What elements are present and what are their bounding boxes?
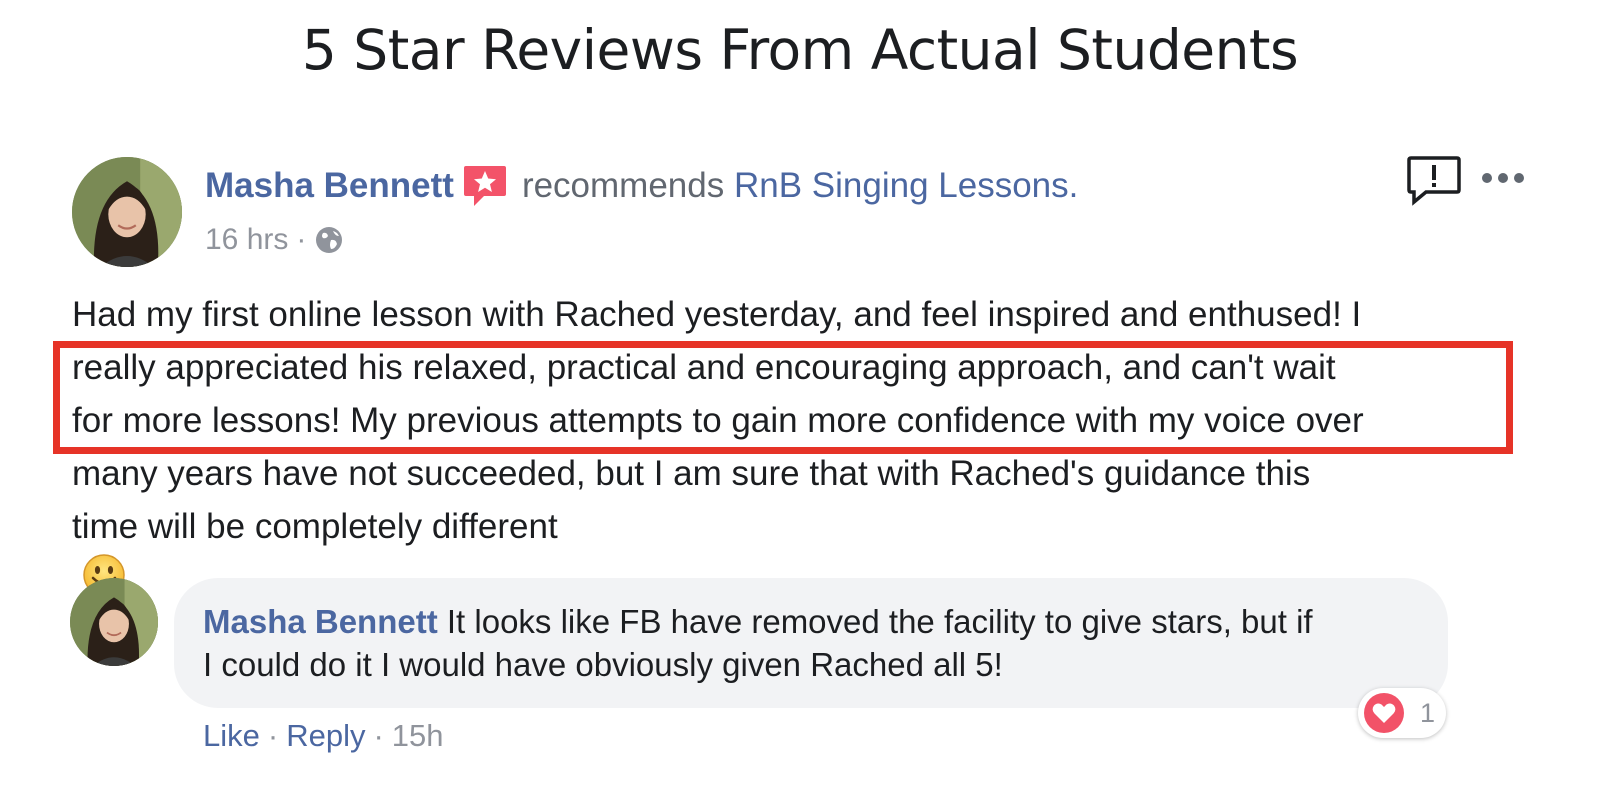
recommendation-star-icon (462, 164, 508, 208)
author-avatar[interactable] (72, 157, 182, 267)
post-header: Masha Bennett recommends RnB Singing Les… (205, 163, 1078, 209)
comment-line-1: Masha Bennett It looks like FB have remo… (203, 600, 1423, 643)
post-body: Had my first online lesson with Rached y… (72, 288, 1512, 597)
comment-text-line: I could do it I would have obviously giv… (203, 646, 1003, 683)
post-timestamp[interactable]: 16 hrs (205, 223, 288, 257)
love-reaction-icon (1362, 691, 1406, 735)
post-author-link[interactable]: Masha Bennett (205, 166, 454, 206)
meta-separator: · (296, 223, 307, 256)
page-name-link[interactable]: RnB Singing Lessons. (734, 166, 1078, 206)
comment-timestamp[interactable]: 15h (392, 718, 444, 754)
globe-icon[interactable] (314, 225, 344, 255)
comment-text-line: It looks like FB have removed the facili… (446, 603, 1313, 640)
comment-author-link[interactable]: Masha Bennett (203, 603, 438, 640)
avatar-photo (70, 578, 158, 666)
post-body-line: really appreciated his relaxed, practica… (72, 348, 1336, 387)
action-separator: · (373, 718, 384, 753)
reaction-count: 1 (1420, 697, 1436, 728)
report-icon[interactable] (1406, 154, 1462, 206)
post-body-line: for more lessons! My previous attempts t… (72, 401, 1364, 440)
post-body-line: time will be completely different (72, 507, 558, 546)
reaction-summary[interactable]: 1 (1358, 688, 1446, 738)
more-options-icon[interactable] (1478, 166, 1528, 190)
post-body-line: Had my first online lesson with Rached y… (72, 295, 1362, 334)
commenter-avatar[interactable] (70, 578, 158, 666)
page-heading: 5 Star Reviews From Actual Students (301, 18, 1299, 82)
recommends-text: recommends (521, 166, 725, 205)
action-separator: · (267, 718, 279, 753)
post-meta: 16 hrs · (205, 222, 344, 258)
avatar-photo (72, 157, 182, 267)
reply-link[interactable]: Reply (286, 718, 365, 754)
comment-actions: Like · Reply · 15h (203, 716, 444, 756)
post-body-line: many years have not succeeded, but I am … (72, 454, 1311, 493)
comment-text: Masha Bennett It looks like FB have remo… (203, 600, 1423, 686)
like-link[interactable]: Like (203, 718, 260, 754)
